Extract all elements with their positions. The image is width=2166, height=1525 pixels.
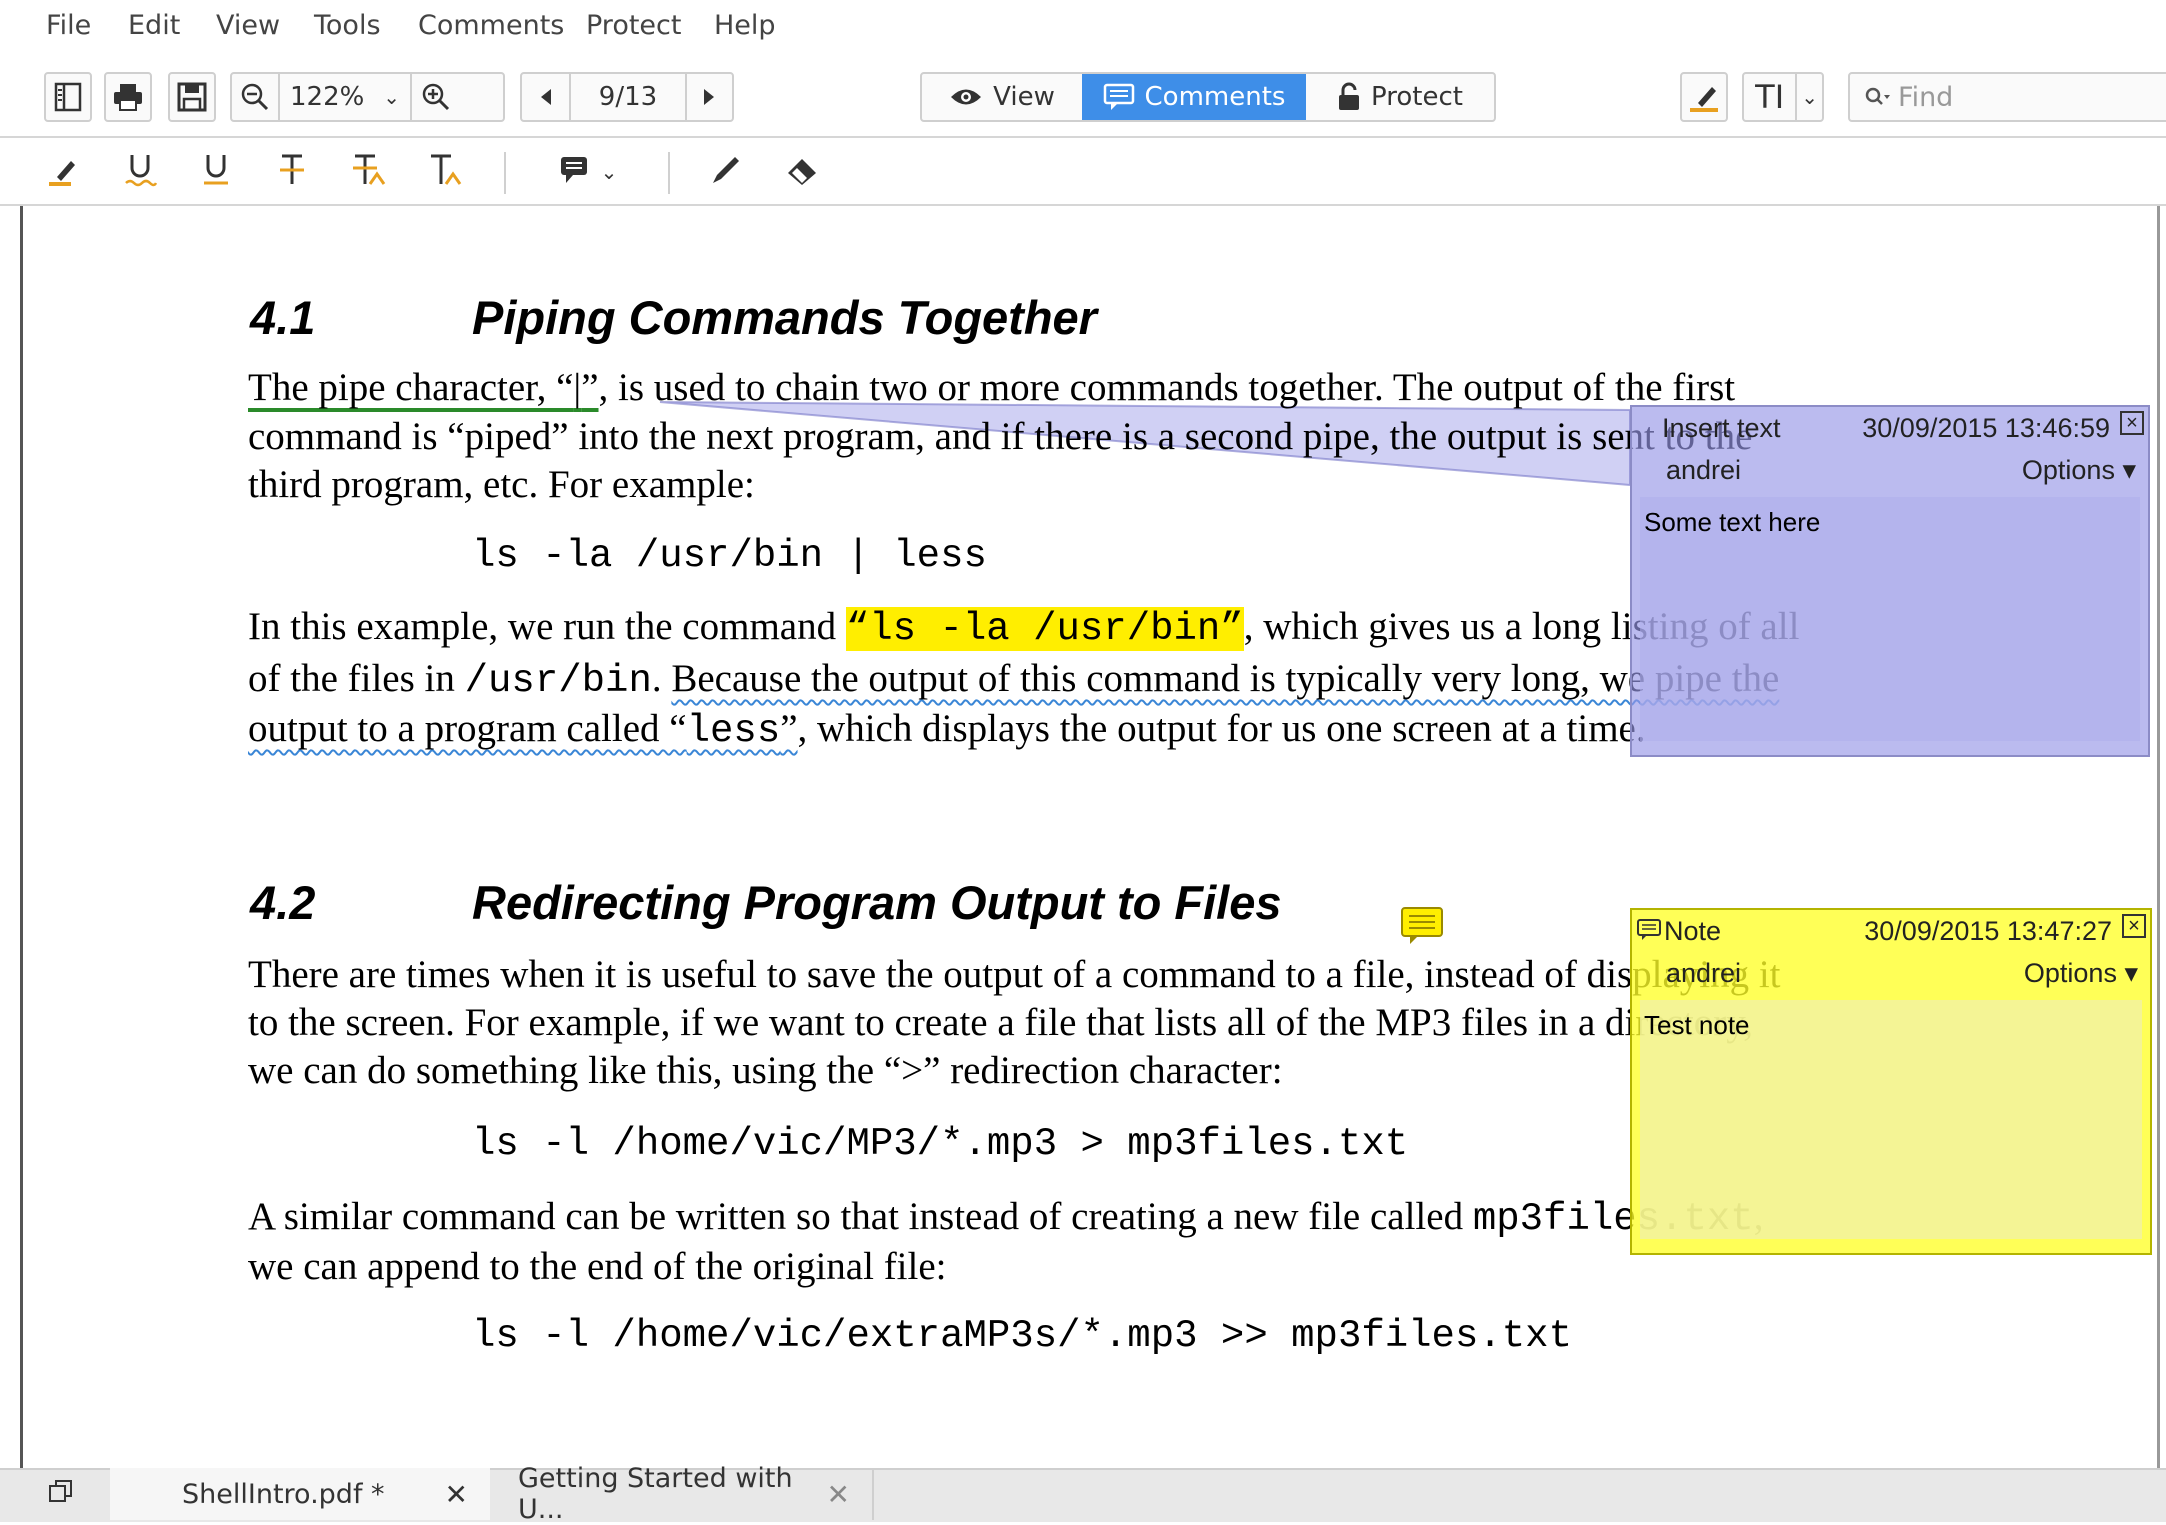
section-number: 4.2 <box>250 876 316 929</box>
popup-body-text[interactable]: Some text here <box>1640 497 2140 741</box>
insert-text-popup[interactable]: Insert text 30/09/2015 13:46:59 × andrei… <box>1630 405 2150 757</box>
popup-date: 30/09/2015 13:47:27 <box>1864 916 2112 946</box>
paragraph-line: command is “piped” into the next program… <box>248 415 1753 458</box>
annotation-connector <box>659 401 1631 487</box>
comment-icon <box>1636 918 1662 947</box>
popup-author: andrei <box>1666 958 1742 988</box>
tab-label: Getting Started with U... <box>518 1463 793 1525</box>
code-example: ls -l /home/vic/MP3/*.mp3 > mp3files.txt <box>472 1122 1409 1166</box>
popup-close-button[interactable]: × <box>2120 411 2144 435</box>
highlighted-text[interactable]: “ls -la /usr/bin” <box>845 607 1244 651</box>
section-title: Piping Commands Together <box>472 291 1097 344</box>
paragraph-line: of the files in /usr/bin. Because the ou… <box>248 657 1780 703</box>
popup-body-text[interactable]: Test note <box>1640 1000 2142 1239</box>
paragraph-line: to the screen. For example, if we want t… <box>248 1001 1753 1044</box>
code-example: ls -la /usr/bin | less <box>472 534 987 578</box>
section-number: 4.1 <box>250 291 316 344</box>
tab-label: ShellIntro.pdf * <box>182 1478 385 1510</box>
paragraph-line: In this example, we run the command “ls … <box>248 605 1800 651</box>
popup-author: andrei <box>1666 455 1742 485</box>
popup-date: 30/09/2015 13:46:59 <box>1862 413 2110 443</box>
paragraph-line: There are times when it is useful to sav… <box>248 953 1781 996</box>
section-title: Redirecting Program Output to Files <box>472 876 1282 929</box>
squiggly-annotated-text[interactable]: output to a program called “less” <box>248 707 798 753</box>
close-icon[interactable]: ✕ <box>445 1478 468 1511</box>
squiggly-annotated-text[interactable]: Because the output of this command is ty… <box>671 657 1779 700</box>
paragraph-line: third program, etc. For example: <box>248 463 755 506</box>
popup-close-button[interactable]: × <box>2122 914 2146 938</box>
note-icon <box>1400 907 1444 950</box>
paragraph-line: A similar command can be written so that… <box>248 1195 1763 1241</box>
code-example: ls -l /home/vic/extraMP3s/*.mp3 >> mp3fi… <box>472 1314 1572 1358</box>
note-popup[interactable]: Note 30/09/2015 13:47:27 × andrei Option… <box>1630 908 2152 1255</box>
close-icon[interactable]: ✕ <box>827 1478 850 1511</box>
popup-title: Insert text <box>1662 413 1781 443</box>
paragraph-line: we can do something like this, using the… <box>248 1049 1283 1092</box>
underlined-text[interactable]: The pipe character, “|” <box>248 366 599 409</box>
paragraph-line: output to a program called “less”, which… <box>248 707 1646 753</box>
popup-options-button[interactable]: Options ▾ <box>2024 958 2138 989</box>
restore-window-button[interactable] <box>36 1468 86 1520</box>
paragraph-line: we can append to the end of the original… <box>248 1245 947 1288</box>
restore-window-icon <box>47 1477 75 1512</box>
paragraph-line: The pipe character, “|”, is used to chai… <box>248 366 1736 409</box>
popup-title: Note <box>1664 916 1722 946</box>
note-marker[interactable] <box>1400 906 1444 950</box>
tab-getting-started[interactable]: Getting Started with U... ✕ <box>496 1463 874 1525</box>
popup-options-button[interactable]: Options ▾ <box>2022 455 2136 486</box>
tab-shellintro[interactable]: ShellIntro.pdf * ✕ <box>110 1468 490 1520</box>
